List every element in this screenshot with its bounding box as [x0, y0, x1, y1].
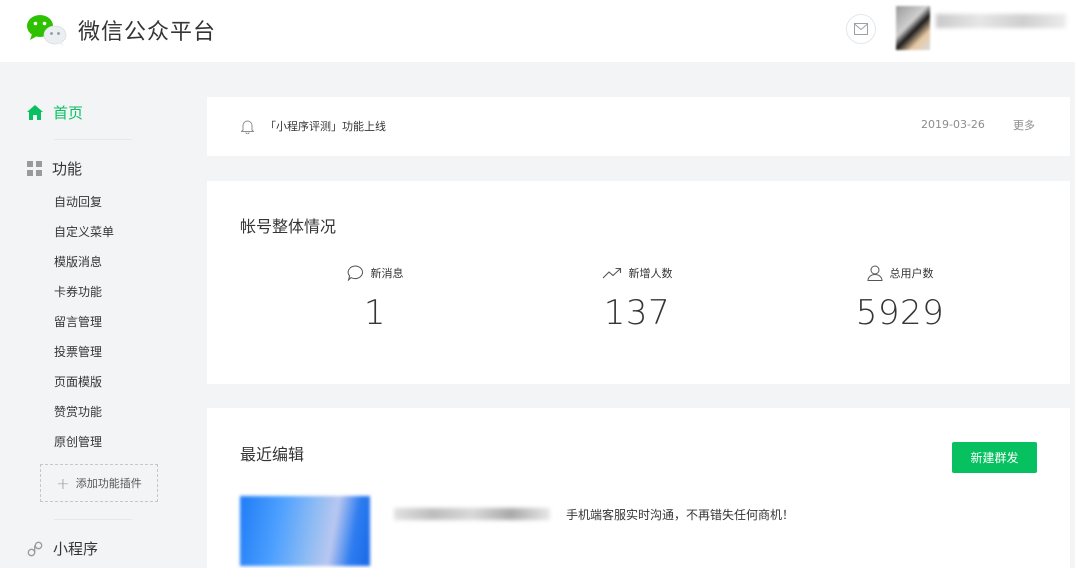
overview-title: 帐号整体情况 — [240, 217, 337, 236]
stat-label: 新消息 — [370, 267, 404, 280]
sidebar-group-mini-program[interactable]: 小程序 — [27, 538, 98, 559]
app-title: 微信公众平台 — [78, 20, 217, 45]
stat-new-messages[interactable]: 新消息 1 — [285, 263, 465, 333]
sidebar-group-label: 小程序 — [53, 540, 99, 558]
notice-text[interactable]: 「小程序评测」功能上线 — [265, 118, 386, 134]
article-description[interactable]: 手机端客服实时沟通，不再错失任何商机！ — [566, 506, 794, 523]
mail-icon — [854, 23, 868, 35]
sidebar: 首页 功能 自动回复 自定义菜单 模版消息 卡券功能 留言管理 投票管理 页面模… — [0, 62, 190, 558]
sidebar-item-comments[interactable]: 留言管理 — [54, 312, 114, 342]
account-name-redacted[interactable] — [936, 14, 1066, 28]
stat-value: 137 — [603, 293, 671, 333]
message-button[interactable] — [846, 14, 876, 44]
sidebar-group-label: 功能 — [52, 160, 83, 178]
new-broadcast-button[interactable]: 新建群发 — [952, 442, 1037, 473]
add-plugin-label: 添加功能插件 — [75, 477, 142, 490]
wechat-logo-icon — [27, 15, 67, 46]
notice-more-link[interactable]: 更多 — [1013, 117, 1035, 133]
article-title-redacted[interactable] — [394, 508, 550, 520]
sidebar-item-page-templates[interactable]: 页面模版 — [54, 372, 114, 402]
stat-label: 新增人数 — [628, 267, 673, 280]
stat-new-followers[interactable]: 新增人数 137 — [547, 263, 727, 333]
account-overview-card: 帐号整体情况 新消息 1 新增人数 137 总用户数 5929 — [207, 181, 1070, 384]
sidebar-item-template-message[interactable]: 模版消息 — [54, 252, 114, 282]
avatar[interactable] — [896, 6, 930, 50]
sidebar-item-reward[interactable]: 赞赏功能 — [54, 402, 114, 432]
sidebar-item-original[interactable]: 原创管理 — [54, 432, 114, 462]
divider — [54, 519, 132, 520]
divider — [54, 139, 132, 140]
stat-value: 1 — [363, 293, 387, 333]
bell-icon — [241, 120, 254, 134]
notice-date: 2019-03-26 — [921, 118, 985, 131]
sidebar-item-home[interactable]: 首页 — [27, 102, 83, 123]
stat-label: 总用户数 — [889, 267, 934, 280]
stat-total-users[interactable]: 总用户数 5929 — [810, 263, 990, 333]
recent-edits-card: 最近编辑 新建群发 手机端客服实时沟通，不再错失任何商机！ — [207, 408, 1070, 568]
user-icon — [866, 265, 883, 281]
add-plugin-button[interactable]: + 添加功能插件 — [40, 464, 158, 502]
mini-program-icon — [27, 541, 43, 556]
plus-icon: + — [56, 473, 70, 493]
sidebar-item-auto-reply[interactable]: 自动回复 — [54, 192, 114, 222]
stat-value: 5929 — [855, 293, 945, 333]
sidebar-group-functions: 功能 — [27, 158, 82, 179]
sidebar-item-votes[interactable]: 投票管理 — [54, 342, 114, 372]
sidebar-item-cards[interactable]: 卡券功能 — [54, 282, 114, 312]
top-bar: 微信公众平台 — [0, 0, 1075, 62]
notice-card: 「小程序评测」功能上线 2019-03-26 更多 — [207, 97, 1070, 156]
logo[interactable]: 微信公众平台 — [26, 13, 216, 47]
sidebar-item-label: 首页 — [53, 104, 84, 122]
trend-up-icon — [602, 267, 621, 279]
chat-bubble-icon — [347, 265, 363, 281]
recent-title: 最近编辑 — [240, 445, 305, 464]
function-submenu: 自动回复 自定义菜单 模版消息 卡券功能 留言管理 投票管理 页面模版 赞赏功能… — [54, 192, 114, 462]
article-thumbnail[interactable] — [240, 496, 370, 566]
grid-icon — [27, 161, 42, 176]
sidebar-item-custom-menu[interactable]: 自定义菜单 — [54, 222, 114, 252]
home-icon — [27, 105, 43, 120]
